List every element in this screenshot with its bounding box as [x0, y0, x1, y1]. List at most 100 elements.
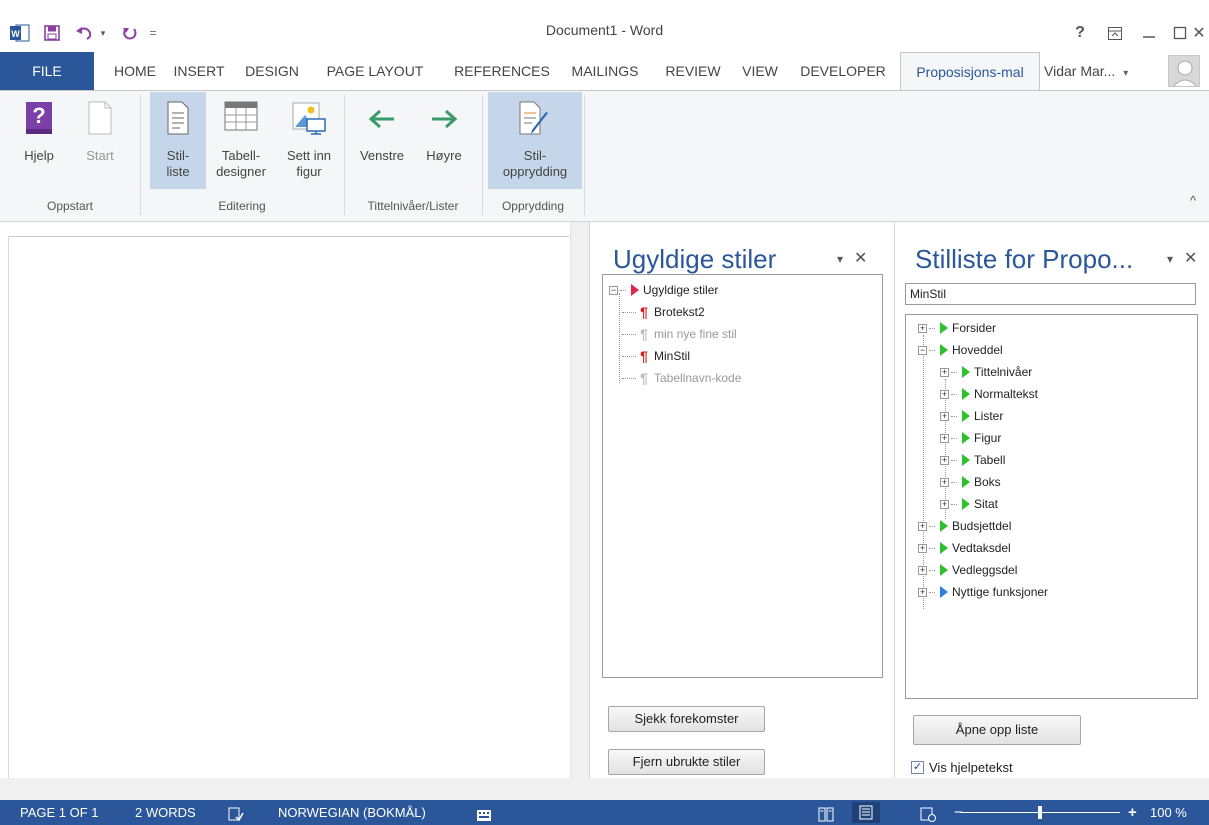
expand-icon[interactable]: + — [918, 587, 927, 597]
tree-node-figur[interactable]: + Figur — [940, 429, 1001, 447]
expand-icon[interactable]: + — [918, 323, 927, 333]
tree-node-label: Tittelnivåer — [974, 365, 1033, 379]
document-area[interactable] — [0, 222, 589, 778]
web-layout-icon[interactable] — [920, 805, 936, 822]
title-bar: W ▾ = Document1 - Word ? ✕ — [0, 0, 1209, 52]
avatar[interactable] — [1168, 55, 1200, 87]
right-button[interactable]: Høyre — [416, 92, 472, 189]
table-designer-button[interactable]: Tabell- designer — [208, 92, 274, 189]
tree-node-budsjettdel[interactable]: + Budsjettdel — [918, 517, 1011, 535]
green-arrow-icon — [962, 476, 970, 488]
green-arrow-icon — [962, 432, 970, 444]
checkbox-checked-icon[interactable]: ✓ — [911, 761, 924, 774]
tree-node-root[interactable]: − Ugyldige stiler — [609, 281, 718, 299]
collapse-ribbon-icon[interactable]: ^ — [1190, 193, 1196, 208]
close-icon[interactable]: ✕ — [1185, 20, 1209, 46]
user-account[interactable]: Vidar Mar... ▾ — [1044, 52, 1128, 90]
zoom-in-button[interactable]: + — [1128, 800, 1137, 825]
tree-node-vedleggsdel[interactable]: + Vedleggsdel — [918, 561, 1017, 579]
pane-menu-icon[interactable]: ▾ — [837, 252, 843, 266]
style-list-button-label: Stil- liste — [166, 148, 190, 179]
show-help-text-checkbox[interactable]: ✓ Vis hjelpetekst — [911, 760, 1013, 775]
collapse-icon[interactable]: − — [918, 345, 927, 355]
minimize-icon[interactable] — [1135, 20, 1163, 46]
expand-icon[interactable]: + — [940, 389, 949, 399]
green-arrow-icon — [940, 520, 948, 532]
tab-home[interactable]: HOME — [108, 52, 162, 90]
zoom-slider-thumb[interactable] — [1038, 806, 1042, 819]
check-occurrences-button[interactable]: Sjekk forekomster — [608, 706, 765, 732]
macro-record-icon[interactable] — [476, 805, 492, 821]
read-mode-icon[interactable] — [818, 805, 834, 822]
remove-unused-styles-button[interactable]: Fjern ubrukte stiler — [608, 749, 765, 775]
group-separator — [140, 95, 141, 215]
style-cleanup-button[interactable]: Stil- opprydding — [488, 92, 582, 189]
tab-references[interactable]: REFERENCES — [450, 52, 554, 90]
tab-mailings[interactable]: MAILINGS — [564, 52, 646, 90]
tab-insert[interactable]: INSERT — [166, 52, 232, 90]
tab-review[interactable]: REVIEW — [658, 52, 728, 90]
tab-page-layout[interactable]: PAGE LAYOUT — [310, 52, 440, 90]
tree-node-normaltekst[interactable]: + Normaltekst — [940, 385, 1038, 403]
proofing-icon[interactable] — [228, 805, 244, 822]
tree-node-label: Budsjettdel — [952, 519, 1012, 533]
table-icon — [224, 101, 258, 135]
tree-node-lister[interactable]: + Lister — [940, 407, 1003, 425]
tab-file[interactable]: FILE — [0, 52, 94, 90]
ribbon-display-options-icon[interactable] — [1101, 20, 1129, 46]
print-layout-icon[interactable] — [852, 802, 880, 823]
word-count[interactable]: 2 WORDS — [135, 800, 196, 825]
expand-icon[interactable]: + — [918, 521, 927, 531]
word-window: W ▾ = Document1 - Word ? ✕ FILE HOME INS… — [0, 0, 1209, 825]
left-button[interactable]: Venstre — [350, 92, 414, 189]
style-list-tree[interactable]: + Forsider − Hoveddel + Tittelnivåer + Norma… — [905, 314, 1198, 699]
tree-node-tittelnivaer[interactable]: + Tittelnivåer — [940, 363, 1032, 381]
start-button[interactable]: Start — [78, 92, 122, 189]
tree-node-tabell[interactable]: + Tabell — [940, 451, 1005, 469]
tree-node-label: Tabellnavn-kode — [654, 371, 742, 385]
expand-icon[interactable]: + — [940, 499, 949, 509]
help-button[interactable]: ? Hjelp — [14, 92, 64, 189]
close-pane-icon[interactable]: ✕ — [854, 248, 867, 268]
tab-view[interactable]: VIEW — [736, 52, 784, 90]
tree-node-vedtaksdel[interactable]: + Vedtaksdel — [918, 539, 1011, 557]
tree-node-sitat[interactable]: + Sitat — [940, 495, 998, 513]
tree-node-forsider[interactable]: + Forsider — [918, 319, 996, 337]
tab-proposisjons-mal[interactable]: Proposisjons-mal — [900, 52, 1040, 91]
open-list-button[interactable]: Åpne opp liste — [913, 715, 1081, 745]
collapse-icon[interactable]: − — [609, 285, 618, 295]
tree-node-minstil[interactable]: ¶ MinStil — [620, 347, 690, 365]
expand-icon[interactable]: + — [940, 411, 949, 421]
vertical-scrollbar[interactable] — [570, 222, 589, 778]
pane-menu-icon[interactable]: ▾ — [1167, 252, 1173, 266]
expand-icon[interactable]: + — [940, 433, 949, 443]
tree-node-brotekst2[interactable]: ¶ Brotekst2 — [620, 303, 705, 321]
help-icon[interactable]: ? — [1066, 20, 1094, 46]
tree-node-nyttige-funksjoner[interactable]: + Nyttige funksjoner — [918, 583, 1048, 601]
tab-developer[interactable]: DEVELOPER — [794, 52, 892, 90]
expand-icon[interactable]: + — [940, 367, 949, 377]
tree-node-label: Lister — [974, 409, 1004, 423]
expand-icon[interactable]: + — [940, 455, 949, 465]
zoom-level[interactable]: 100 % — [1150, 800, 1187, 825]
style-list-button[interactable]: Stil- liste — [150, 92, 206, 189]
tree-node-min-nye-fine-stil[interactable]: ¶ min nye fine stil — [620, 325, 737, 343]
language-indicator[interactable]: NORWEGIAN (BOKMÅL) — [278, 800, 426, 825]
expand-icon[interactable]: + — [918, 543, 927, 553]
svg-text:?: ? — [32, 103, 45, 128]
tab-design[interactable]: DESIGN — [238, 52, 306, 90]
green-arrow-icon — [940, 344, 948, 356]
group-separator — [482, 95, 483, 215]
tree-node-tabellnavn-kode[interactable]: ¶ Tabellnavn-kode — [620, 369, 741, 387]
expand-icon[interactable]: + — [918, 565, 927, 575]
invalid-styles-tree[interactable]: − Ugyldige stiler ¶ Brotekst2 ¶ min nye … — [602, 274, 883, 678]
expand-icon[interactable]: + — [940, 477, 949, 487]
page-count[interactable]: PAGE 1 OF 1 — [20, 800, 99, 825]
tree-node-hoveddel[interactable]: − Hoveddel — [918, 341, 1003, 359]
close-pane-icon[interactable]: ✕ — [1184, 248, 1197, 268]
green-arrow-icon — [962, 498, 970, 510]
tree-node-boks[interactable]: + Boks — [940, 473, 1001, 491]
style-search-input[interactable]: MinStil — [905, 283, 1196, 305]
insert-figure-button[interactable]: Sett inn figur — [278, 92, 340, 189]
group-label-opprydding: Opprydding — [501, 199, 565, 213]
